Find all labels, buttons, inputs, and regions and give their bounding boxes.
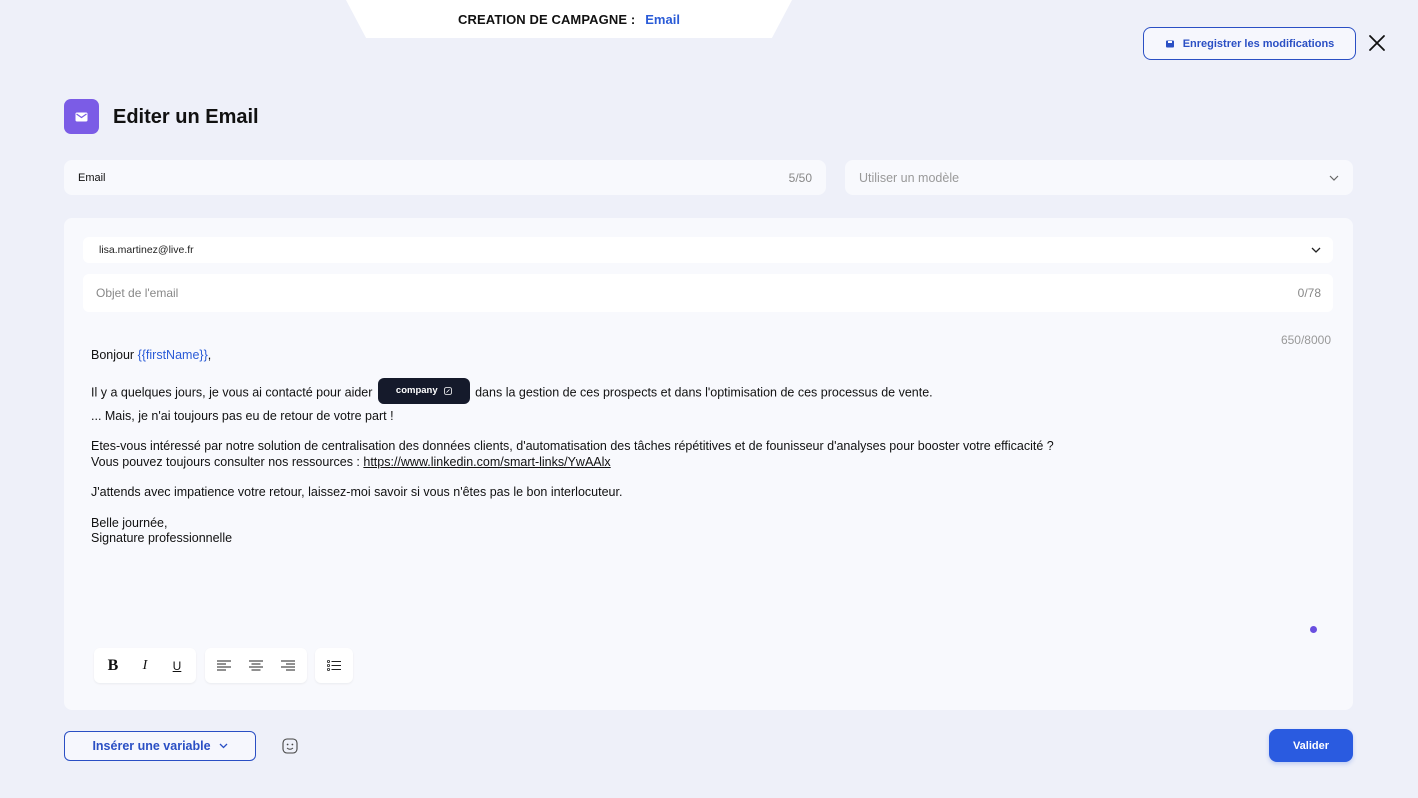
underline-button[interactable]: U <box>164 654 190 678</box>
align-center-button[interactable] <box>243 654 269 678</box>
email-name-input[interactable]: Email 5/50 <box>64 160 826 195</box>
subject-counter: 0/78 <box>1297 286 1321 300</box>
email-header-icon <box>64 99 99 134</box>
emoji-icon[interactable] <box>281 737 299 755</box>
save-changes-button[interactable]: Enregistrer les modifications <box>1143 27 1356 60</box>
bullet-list-button[interactable] <box>321 654 347 678</box>
firstname-variable[interactable]: {{firstName}} <box>138 348 208 362</box>
insert-variable-label: Insérer une variable <box>92 739 211 753</box>
align-center-icon <box>249 660 263 671</box>
email-name-value: Email <box>78 171 106 184</box>
bold-button[interactable]: B <box>100 654 126 678</box>
email-body-editor[interactable]: 650/8000 Bonjour {{firstName}}, Il y a q… <box>83 322 1333 622</box>
company-variable-chip[interactable]: company <box>377 377 470 404</box>
insert-variable-button[interactable]: Insérer une variable <box>64 731 256 761</box>
sender-select[interactable]: lisa.martinez@live.fr <box>83 237 1333 263</box>
edit-icon <box>443 386 452 395</box>
align-right-icon <box>281 660 295 671</box>
envelope-icon <box>75 112 88 121</box>
chevron-down-icon <box>1329 175 1339 181</box>
close-icon[interactable] <box>1366 32 1388 54</box>
paragraph-2-prefix: Vous pouvez toujours consulter nos resso… <box>91 454 364 469</box>
align-left-icon <box>217 660 231 671</box>
greeting-suffix: , <box>207 348 212 362</box>
resources-link[interactable]: https://www.linkedin.com/smart-links/YwA… <box>363 455 610 469</box>
align-right-button[interactable] <box>275 654 301 678</box>
email-editor-card: lisa.martinez@live.fr Objet de l'email 0… <box>64 218 1353 710</box>
chevron-down-icon <box>219 743 228 749</box>
bullet-list-icon <box>327 660 341 671</box>
subject-placeholder: Objet de l'email <box>96 286 179 300</box>
list-toolbar <box>315 648 353 683</box>
align-left-button[interactable] <box>211 654 237 678</box>
template-select[interactable]: Utiliser un modèle <box>845 160 1353 195</box>
save-changes-label: Enregistrer les modifications <box>1182 37 1335 50</box>
email-name-counter: 5/50 <box>788 170 812 185</box>
text-style-toolbar: B I U <box>94 648 196 683</box>
email-body-text: Bonjour {{firstName}}, Il y a quelques j… <box>91 348 1291 547</box>
save-icon <box>1165 40 1174 47</box>
signature-line: Signature professionnelle <box>91 531 233 545</box>
greeting-line: Bonjour {{firstName}}, <box>91 348 1291 364</box>
paragraph-2-line-1: Etes-vous intéressé par notre solution d… <box>91 439 1054 453</box>
body-counter: 650/8000 <box>1280 333 1331 347</box>
page-title: Editer un Email <box>113 106 259 128</box>
chevron-down-icon <box>1311 247 1321 253</box>
template-select-placeholder: Utiliser un modèle <box>859 170 960 185</box>
campaign-label: CREATION DE CAMPAGNE : <box>458 11 636 27</box>
paragraph-1-line-2: ... Mais, je n'ai toujours pas eu de ret… <box>91 408 394 423</box>
closing-line: Belle journée, <box>91 515 168 530</box>
paragraph-2-line-2: Vous pouvez toujours consulter nos resso… <box>91 455 1291 471</box>
company-chip-label: company <box>395 384 438 396</box>
greeting-prefix: Bonjour <box>91 348 138 362</box>
campaign-type: Email <box>645 11 680 27</box>
italic-button[interactable]: I <box>132 654 158 678</box>
validate-button[interactable]: Valider <box>1269 729 1353 762</box>
subject-input[interactable]: Objet de l'email 0/78 <box>83 274 1333 312</box>
paragraph-1-after: dans la gestion de ces prospects et dans… <box>475 384 933 399</box>
alignment-toolbar <box>205 648 307 683</box>
status-dot <box>1310 626 1317 633</box>
paragraph-3: J'attends avec impatience votre retour, … <box>91 485 623 499</box>
paragraph-1-before: Il y a quelques jours, je vous ai contac… <box>91 384 373 399</box>
campaign-header-tab: CREATION DE CAMPAGNE : Email <box>346 0 792 38</box>
paragraph-1: Il y a quelques jours, je vous ai contac… <box>91 377 1291 404</box>
sender-value: lisa.martinez@live.fr <box>99 244 194 256</box>
